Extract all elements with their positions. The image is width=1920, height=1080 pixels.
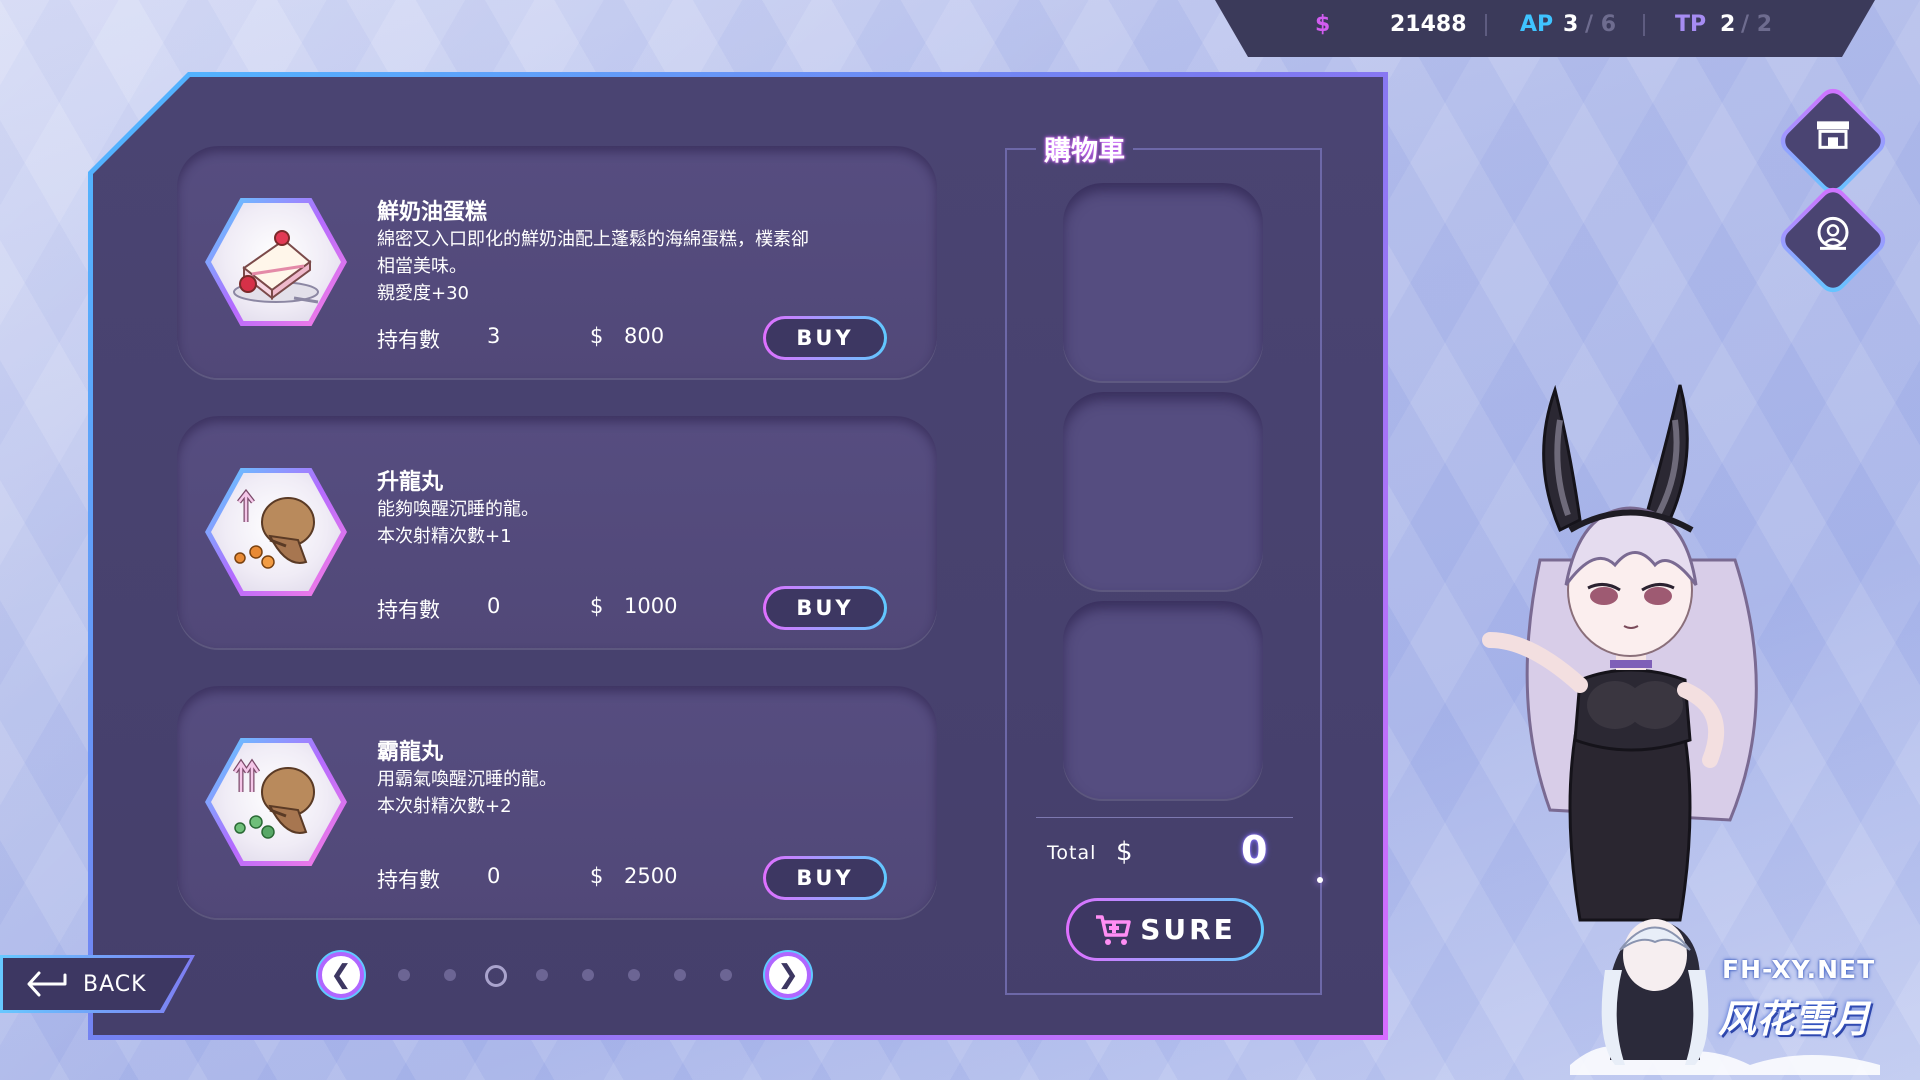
page-dot[interactable]	[582, 969, 594, 981]
item-name: 霸龍丸	[377, 740, 444, 765]
buy-button[interactable]: BUY	[763, 586, 887, 630]
owned-count: 0	[487, 864, 501, 888]
item-desc-line: 綿密又入口即化的鮮奶油配上蓬鬆的海綿蛋糕，樸素卻	[377, 229, 809, 250]
watermark-url: FH-XY.NET	[1722, 955, 1876, 984]
item-price: 1000	[624, 594, 678, 618]
price-currency: $	[590, 594, 604, 618]
cart-divider	[1036, 817, 1293, 818]
back-button[interactable]: BACK	[0, 955, 195, 1013]
owned-label: 持有數	[377, 868, 440, 892]
buy-button[interactable]: BUY	[763, 856, 887, 900]
shop-icon	[1817, 121, 1849, 149]
cart-slot[interactable]	[1063, 392, 1263, 590]
shop-item-card: 升龍丸 能夠喚醒沉睡的龍。 本次射精次數+1 持有數 0 $ 1000 BUY	[177, 416, 937, 648]
page-dot[interactable]	[720, 969, 732, 981]
sure-button[interactable]: SURE	[1066, 898, 1264, 961]
item-desc-line: 能夠喚醒沉睡的龍。	[377, 499, 539, 520]
buy-button[interactable]: BUY	[763, 316, 887, 360]
item-price: 2500	[624, 864, 678, 888]
page-dot-active[interactable]	[485, 965, 507, 987]
status-divider	[1643, 14, 1645, 36]
item-desc-line: 本次射精次數+1	[377, 526, 512, 547]
money-value: 21488	[1390, 12, 1467, 37]
item-description: 能夠喚醒沉睡的龍。 本次射精次數+1	[377, 496, 877, 550]
price-currency: $	[590, 324, 604, 348]
total-currency: $	[1116, 837, 1133, 867]
character-icon	[1817, 216, 1849, 250]
page-dot[interactable]	[444, 969, 456, 981]
sure-button-label: SURE	[1140, 913, 1236, 946]
item-desc-line: 本次射精次數+2	[377, 796, 512, 817]
page-dot[interactable]	[536, 969, 548, 981]
tp-value: 2	[1720, 12, 1736, 37]
owned-label: 持有數	[377, 328, 440, 352]
back-arrow-icon	[27, 971, 67, 997]
cart-slot[interactable]	[1063, 183, 1263, 381]
buy-button-label: BUY	[766, 859, 884, 897]
ap-max: / 6	[1585, 12, 1617, 37]
prev-page-button[interactable]: ❮	[318, 952, 364, 998]
item-desc-line: 相當美味。	[377, 256, 467, 277]
shop-item-card: 鮮奶油蛋糕 綿密又入口即化的鮮奶油配上蓬鬆的海綿蛋糕，樸素卻 相當美味。 親愛度…	[177, 146, 937, 378]
item-name: 鮮奶油蛋糕	[377, 200, 488, 225]
owned-count: 0	[487, 594, 501, 618]
sparkle-decoration	[1317, 877, 1323, 883]
item-name: 升龍丸	[377, 470, 444, 495]
item-description: 綿密又入口即化的鮮奶油配上蓬鬆的海綿蛋糕，樸素卻 相當美味。 親愛度+30	[377, 226, 877, 307]
tp-max: / 2	[1741, 12, 1773, 37]
price-currency: $	[590, 864, 604, 888]
status-divider	[1485, 14, 1487, 36]
owned-count: 3	[487, 324, 501, 348]
cart-title: 購物車	[1036, 129, 1133, 168]
bunny-girl-character	[1482, 384, 1758, 922]
page-dot[interactable]	[628, 969, 640, 981]
item-price: 800	[624, 324, 665, 348]
item-desc-line: 用霸氣喚醒沉睡的龍。	[377, 769, 557, 790]
item-desc-line: 親愛度+30	[377, 283, 469, 304]
next-page-button[interactable]: ❯	[765, 952, 811, 998]
watermark-name: 风花雪月	[1718, 997, 1871, 1041]
item-description: 用霸氣喚醒沉睡的龍。 本次射精次數+2	[377, 766, 877, 820]
total-value: 0	[1241, 828, 1268, 872]
back-button-label: BACK	[83, 971, 147, 997]
page-dot[interactable]	[674, 969, 686, 981]
tp-label: TP	[1675, 12, 1707, 37]
money-icon: $	[1315, 12, 1331, 37]
shopping-cart-icon	[1094, 913, 1132, 947]
total-label: Total	[1047, 842, 1097, 864]
character-menu-button[interactable]	[1775, 182, 1891, 298]
ap-value: 3	[1563, 12, 1579, 37]
buy-button-label: BUY	[766, 319, 884, 357]
status-bar: $ 21488 AP 3 / 6 TP 2 / 2	[1215, 0, 1875, 57]
chevron-right-icon: ❯	[777, 960, 799, 990]
cart-slot[interactable]	[1063, 601, 1263, 799]
buy-button-label: BUY	[766, 589, 884, 627]
shop-menu-button[interactable]	[1775, 83, 1891, 199]
chevron-left-icon: ❮	[330, 960, 352, 990]
shop-item-card: 霸龍丸 用霸氣喚醒沉睡的龍。 本次射精次數+2 持有數 0 $ 2500 BUY	[177, 686, 937, 918]
page-dot[interactable]	[398, 969, 410, 981]
ap-label: AP	[1520, 12, 1554, 37]
owned-label: 持有數	[377, 598, 440, 622]
